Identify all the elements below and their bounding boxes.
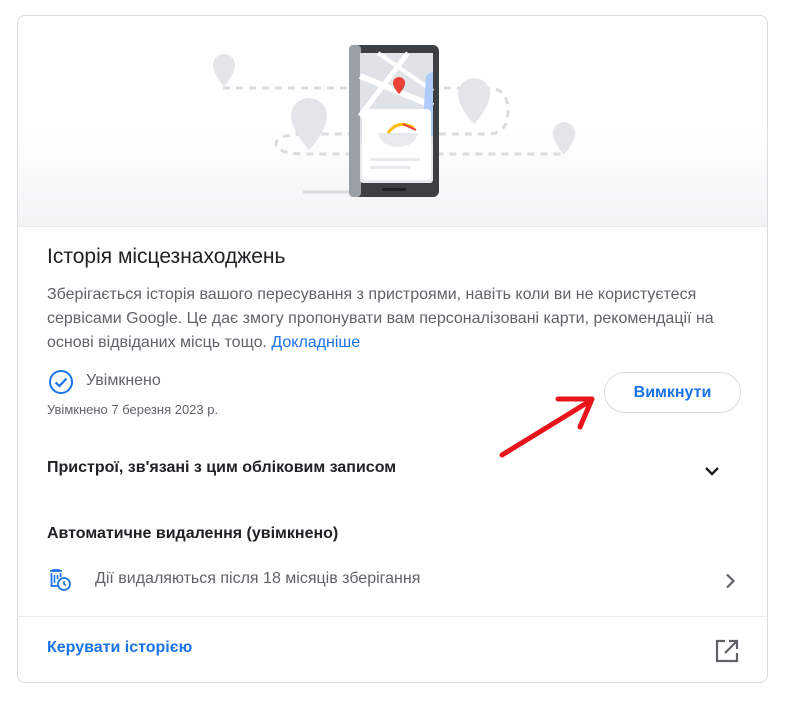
auto-delete-title: Автоматичне видалення (увімкнено) — [47, 525, 339, 542]
chevron-down-icon — [705, 467, 719, 476]
learn-more-link[interactable]: Докладніше — [271, 334, 360, 351]
hero-illustration — [18, 16, 767, 227]
location-history-card: Історія місцезнаходжень Зберігається іст… — [17, 15, 768, 683]
red-arrow-annotation — [499, 396, 595, 458]
check-circle-icon — [49, 370, 73, 394]
divider — [18, 616, 767, 617]
chevron-right-icon — [726, 573, 736, 589]
page-title: Історія місцезнаходжень — [47, 245, 286, 268]
map-phone-illustration — [213, 45, 575, 197]
description-text: Зберігається історія вашого пересування … — [47, 286, 714, 351]
auto-delete-text: Дії видаляються після 18 місяців зберіга… — [95, 570, 421, 587]
status-date: Увімкнено 7 березня 2023 р. — [47, 402, 219, 417]
auto-delete-row[interactable]: Дії видаляються після 18 місяців зберіга… — [18, 556, 767, 606]
auto-delete-icon — [50, 569, 71, 591]
description: Зберігається історія вашого пересування … — [47, 283, 715, 355]
manage-history-link[interactable]: Керувати історією — [47, 639, 192, 657]
turn-off-button[interactable]: Вимкнути — [604, 372, 741, 413]
status-label: Увімкнено — [86, 372, 161, 389]
devices-row-label: Пристрої, зв'язані з цим обліковим запис… — [47, 459, 397, 476]
open-in-new-icon[interactable] — [714, 638, 740, 664]
devices-row[interactable]: Пристрої, зв'язані з цим обліковим запис… — [18, 446, 767, 496]
